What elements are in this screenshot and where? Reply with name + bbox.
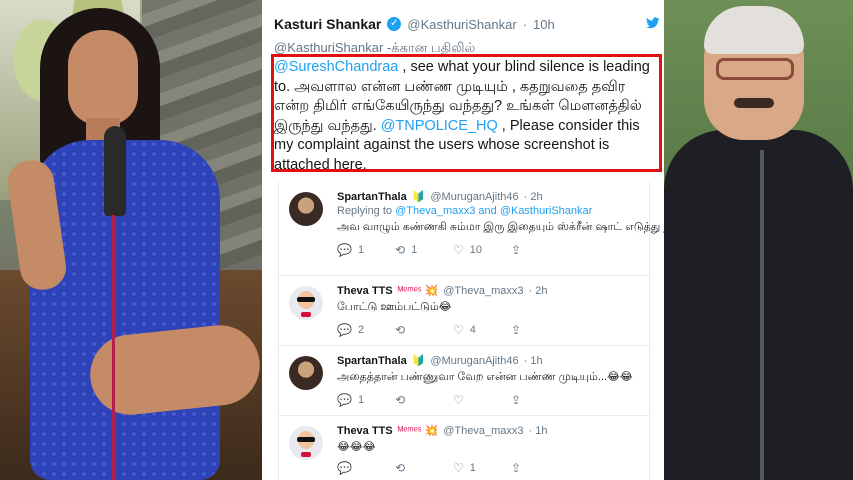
retweet-icon: ⟲ (395, 393, 406, 407)
tweet-age[interactable]: 10h (533, 17, 555, 32)
badge-icon: 🔰 (411, 191, 426, 203)
heart-icon: ♡ (453, 461, 464, 475)
like-count: 4 (469, 324, 476, 336)
red-highlight-box (271, 54, 662, 172)
share-button[interactable]: ⇪ (511, 461, 569, 475)
retweet-icon: ⟲ (395, 461, 406, 475)
reply-icon: 💬 (337, 461, 352, 475)
glasses-icon (716, 58, 794, 80)
black-jacket (664, 130, 853, 480)
retweet-icon: ⟲ (395, 323, 406, 337)
reply-age[interactable]: · 2h (528, 285, 547, 297)
retweet-count: 1 (411, 244, 418, 256)
reply-age[interactable]: · 1h (524, 355, 543, 367)
reply-item[interactable]: Theva TTS ᴹᵉᵐᵉˢ 💥 @Theva_maxx3 · 1h 😂😂😂 … (279, 416, 649, 480)
retweet-button[interactable]: ⟲ (395, 461, 453, 475)
reply-count: 1 (357, 244, 365, 256)
retweet-icon: ⟲ (395, 243, 406, 257)
reply-actions: 💬 1 ⟲ ♡ ⇪ (337, 393, 639, 407)
reply-author-handle[interactable]: @Theva_maxx3 (443, 285, 523, 297)
like-button[interactable]: ♡ 1 (453, 461, 511, 475)
badge-icon: ᴹᵉᵐᵉˢ 💥 (397, 425, 439, 437)
reply-text: அவ வாழும் கண்ணகி சும்மா இரு இதையும் ஸ்க்… (337, 221, 664, 233)
jacket-zip (760, 150, 764, 480)
reply-age[interactable]: · 2h (524, 191, 543, 203)
reply-count: 1 (357, 394, 365, 406)
share-button[interactable]: ⇪ (511, 393, 569, 407)
share-button[interactable]: ⇪ (511, 243, 569, 257)
replying-to: Replying to @Theva_maxx3 and @KasthuriSh… (337, 205, 639, 217)
reply-count: 2 (357, 324, 365, 336)
reply-text: அதைத்தான் பண்ணுவா வேற என்ன பண்ண முடியும்… (337, 371, 633, 383)
heart-icon: ♡ (453, 323, 464, 337)
heart-icon: ♡ (453, 243, 464, 257)
retweet-button[interactable]: ⟲ (395, 323, 453, 337)
replying-mentions[interactable]: @Theva_maxx3 and @KasthuriShankar (395, 205, 592, 217)
avatar[interactable] (289, 192, 323, 226)
like-button[interactable]: ♡ (453, 393, 511, 407)
separator-dot: · (522, 16, 528, 32)
microphone-icon (104, 126, 126, 216)
right-photo-man (664, 0, 853, 480)
reply-author-name[interactable]: SpartanThala (337, 191, 407, 203)
like-button[interactable]: ♡ 10 (453, 243, 511, 257)
avatar[interactable] (289, 426, 323, 460)
like-count: 1 (469, 462, 476, 474)
reply-header: Theva TTS ᴹᵉᵐᵉˢ 💥 @Theva_maxx3 · 2h (337, 284, 639, 298)
mustache (734, 98, 774, 108)
left-photo-woman (0, 0, 262, 480)
like-count: 10 (469, 244, 483, 256)
reply-item[interactable]: SpartanThala 🔰 @MuruganAjith46 · 2h Repl… (279, 182, 664, 276)
share-icon: ⇪ (511, 461, 522, 475)
reply-header: SpartanThala 🔰 @MuruganAjith46 · 1h (337, 354, 639, 368)
reply-item[interactable]: Theva TTS ᴹᵉᵐᵉˢ 💥 @Theva_maxx3 · 2h போட்… (279, 276, 649, 346)
reply-icon: 💬 (337, 393, 352, 407)
share-icon: ⇪ (511, 393, 522, 407)
reply-author-name[interactable]: SpartanThala (337, 355, 407, 367)
tweet-header: Kasturi Shankar ✓ @KasthuriShankar · 10h (274, 14, 660, 34)
author-name[interactable]: Kasturi Shankar (274, 16, 381, 32)
tweet-screenshot: Kasturi Shankar ✓ @KasthuriShankar · 10h… (262, 0, 664, 480)
reply-author-handle[interactable]: @MuruganAjith46 (430, 191, 518, 203)
replying-prefix: Replying to (337, 205, 396, 217)
reply-button[interactable]: 💬 2 (337, 323, 395, 337)
reply-button[interactable]: 💬 (337, 461, 395, 475)
reply-text: 😂😂😂 (337, 441, 376, 453)
reply-text: போட்டு ஊம்பட்டும்😂 (337, 301, 452, 313)
verified-badge-icon: ✓ (387, 17, 402, 31)
reply-actions: 💬 ⟲ ♡ 1 ⇪ (337, 461, 639, 475)
badge-icon: ᴹᵉᵐᵉˢ 💥 (397, 285, 439, 297)
heart-icon: ♡ (453, 393, 464, 407)
author-handle[interactable]: @KasthuriShankar (407, 17, 516, 32)
reply-age[interactable]: · 1h (528, 425, 547, 437)
reply-header: SpartanThala 🔰 @MuruganAjith46 · 2h (337, 190, 639, 204)
retweet-button[interactable]: ⟲ (395, 393, 453, 407)
share-icon: ⇪ (511, 243, 522, 257)
reply-thread: SpartanThala 🔰 @MuruganAjith46 · 2h Repl… (278, 182, 664, 480)
retweet-button[interactable]: ⟲ 1 (395, 243, 453, 257)
reply-header: Theva TTS ᴹᵉᵐᵉˢ 💥 @Theva_maxx3 · 1h (337, 424, 639, 438)
reply-item[interactable]: SpartanThala 🔰 @MuruganAjith46 · 1h அதைத… (279, 346, 649, 416)
microphone-cable (112, 215, 115, 480)
grey-hair (704, 6, 804, 54)
reply-button[interactable]: 💬 1 (337, 393, 395, 407)
like-button[interactable]: ♡ 4 (453, 323, 511, 337)
reply-actions: 💬 2 ⟲ ♡ 4 ⇪ (337, 323, 639, 337)
reply-author-name[interactable]: Theva TTS (337, 285, 393, 297)
share-icon: ⇪ (511, 323, 522, 337)
reply-author-handle[interactable]: @MuruganAjith46 (430, 355, 518, 367)
twitter-bird-icon (646, 17, 660, 29)
share-button[interactable]: ⇪ (511, 323, 569, 337)
face (68, 30, 138, 125)
reply-author-handle[interactable]: @Theva_maxx3 (443, 425, 523, 437)
reply-icon: 💬 (337, 323, 352, 337)
badge-icon: 🔰 (411, 355, 426, 367)
reply-actions: 💬 1 ⟲ 1 ♡ 10 ⇪ (337, 243, 639, 257)
reply-author-name[interactable]: Theva TTS (337, 425, 393, 437)
reply-button[interactable]: 💬 1 (337, 243, 395, 257)
avatar[interactable] (289, 356, 323, 390)
reply-icon: 💬 (337, 243, 352, 257)
avatar[interactable] (289, 286, 323, 320)
